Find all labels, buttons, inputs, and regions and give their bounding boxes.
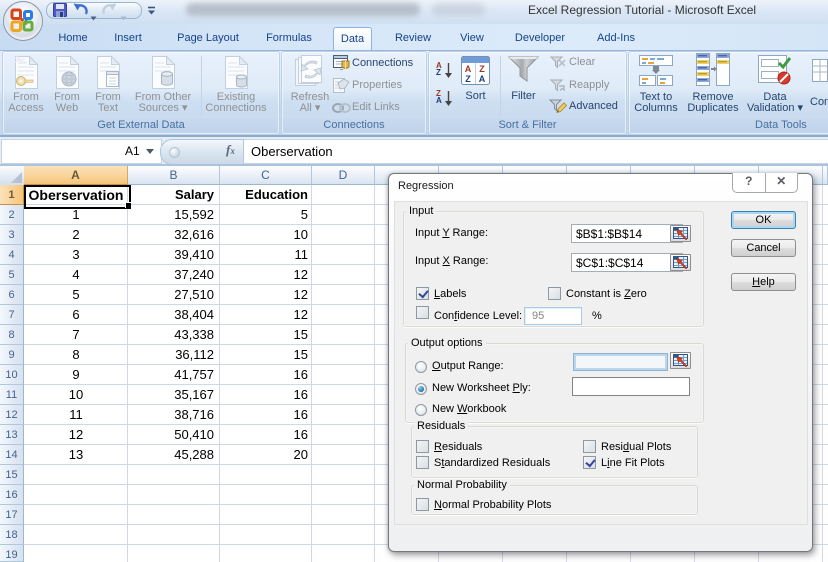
svg-text:Z: Z	[465, 74, 471, 84]
svg-text:A: A	[479, 74, 486, 84]
svg-text:A: A	[465, 64, 472, 74]
svg-text:Z: Z	[479, 64, 485, 74]
